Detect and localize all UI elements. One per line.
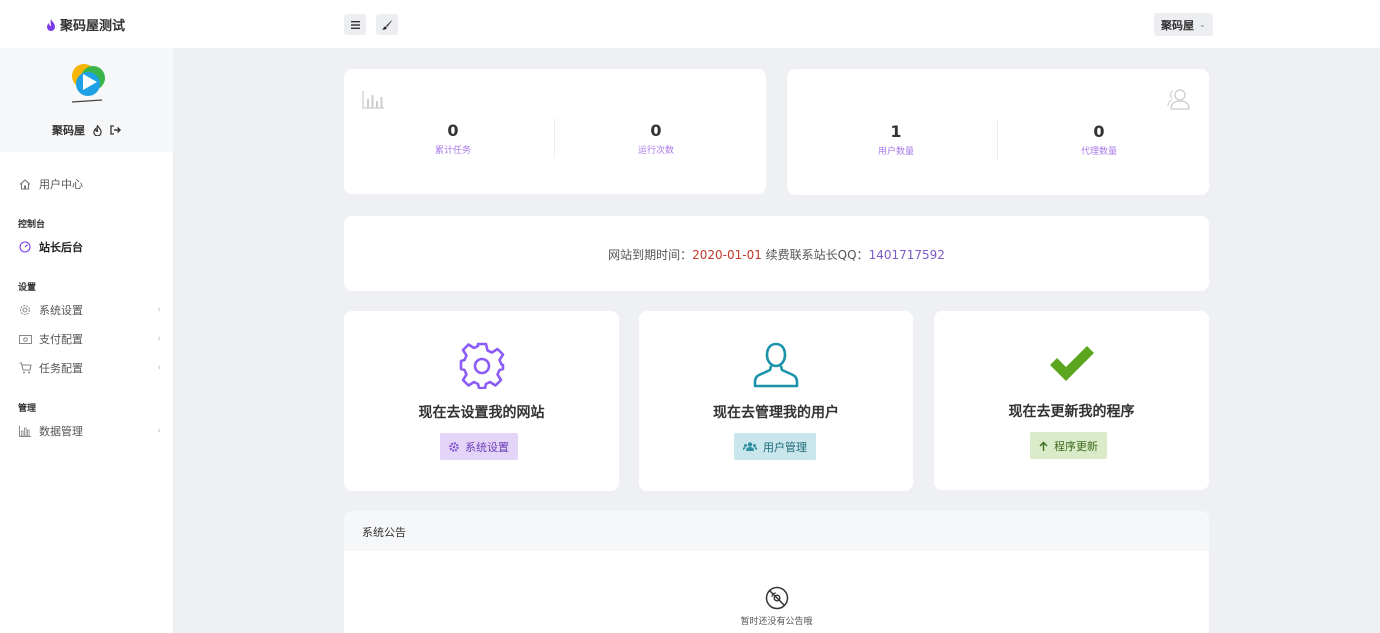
empty-text: 暂时还没有公告哦 bbox=[740, 617, 813, 627]
sidebar-item-label: 系统设置 bbox=[39, 304, 83, 317]
menu-toggle-button[interactable] bbox=[344, 14, 366, 35]
sidebar-item-data-management[interactable]: 数据管理 ‹ bbox=[18, 421, 163, 441]
notice-prefix: 网站到期时间： bbox=[608, 248, 693, 262]
users-icon bbox=[743, 442, 757, 451]
announcement-card: 系统公告 暂时还没有公告哦 bbox=[344, 511, 1209, 633]
feature-card-update: 现在去更新我的程序 程序更新 bbox=[934, 311, 1209, 490]
stat-label: 代理数量 bbox=[1080, 147, 1117, 157]
stat-value: 1 bbox=[890, 122, 902, 141]
user-management-button[interactable]: 用户管理 bbox=[734, 433, 816, 460]
users-icon bbox=[1167, 89, 1190, 110]
announcement-empty: 暂时还没有公告哦 bbox=[344, 586, 1209, 627]
gear-icon bbox=[449, 441, 459, 452]
hamburger-icon bbox=[350, 20, 360, 29]
divider bbox=[997, 120, 998, 160]
check-icon bbox=[934, 345, 1209, 385]
profile-name: 聚码屋 bbox=[52, 124, 85, 137]
sidebar-item-label: 用户中心 bbox=[39, 178, 83, 191]
nav-section-manage: 管理 bbox=[18, 404, 37, 414]
stat-agent-count: 0 代理数量 bbox=[999, 122, 1199, 157]
site-title: 聚码屋测试 bbox=[60, 19, 126, 34]
cart-icon bbox=[18, 361, 32, 375]
logout-icon[interactable] bbox=[110, 125, 121, 135]
stat-value: 0 bbox=[650, 121, 662, 140]
expiry-date: 2020-01-01 bbox=[692, 248, 762, 262]
button-label: 系统设置 bbox=[465, 440, 509, 454]
top-header: 聚码屋测试 聚码屋 ⌄ bbox=[0, 0, 1380, 48]
brush-icon bbox=[382, 20, 392, 30]
user-name: 聚码屋 bbox=[1161, 18, 1194, 32]
stat-value: 0 bbox=[1093, 122, 1105, 141]
user-icon bbox=[639, 341, 913, 389]
avatar-logo[interactable] bbox=[66, 62, 108, 106]
chevron-down-icon: ⌄ bbox=[1199, 20, 1206, 29]
chevron-left-icon: ‹ bbox=[157, 363, 161, 373]
profile-name-row: 聚码屋 bbox=[0, 122, 173, 138]
sidebar-item-task-config[interactable]: 任务配置 ‹ bbox=[18, 358, 163, 378]
chevron-left-icon: ‹ bbox=[157, 334, 161, 344]
sidebar-item-label: 站长后台 bbox=[39, 241, 83, 254]
gear-icon bbox=[344, 341, 619, 389]
sidebar-item-user-center[interactable]: 用户中心 bbox=[18, 174, 163, 194]
sidebar: 聚码屋 用户中心 控制台 站长后台 设置 系统设置 ‹ 支付配置 ‹ 任务配置 … bbox=[0, 48, 173, 633]
feature-title: 现在去更新我的程序 bbox=[1008, 404, 1135, 420]
feature-title: 现在去设置我的网站 bbox=[418, 405, 545, 421]
stats-card-tasks: 0 累计任务 0 运行次数 bbox=[344, 69, 766, 194]
bar-chart-icon bbox=[18, 424, 32, 438]
sidebar-profile: 聚码屋 bbox=[0, 48, 173, 152]
sidebar-item-label: 数据管理 bbox=[39, 425, 83, 438]
notice-middle: 续费联系站长QQ： bbox=[761, 248, 869, 262]
theme-button[interactable] bbox=[376, 14, 398, 35]
divider bbox=[554, 118, 555, 158]
button-label: 程序更新 bbox=[1054, 439, 1098, 453]
sidebar-item-label: 支付配置 bbox=[39, 333, 83, 346]
chevron-left-icon: ‹ bbox=[157, 426, 161, 436]
stat-user-count: 1 用户数量 bbox=[796, 122, 996, 157]
program-update-button[interactable]: 程序更新 bbox=[1030, 432, 1107, 459]
sidebar-item-system-settings[interactable]: 系统设置 ‹ bbox=[18, 300, 163, 320]
site-brand[interactable]: 聚码屋测试 bbox=[46, 15, 125, 34]
empty-disc-icon bbox=[765, 586, 788, 610]
nav-section-settings: 设置 bbox=[18, 283, 37, 293]
stat-label: 运行次数 bbox=[637, 146, 674, 156]
flame-icon[interactable] bbox=[93, 124, 102, 136]
gear-icon bbox=[18, 303, 32, 317]
feature-title: 现在去管理我的用户 bbox=[713, 405, 839, 421]
user-dropdown[interactable]: 聚码屋 ⌄ bbox=[1154, 13, 1213, 36]
expiry-notice-card: 网站到期时间：2020-01-01 续费联系站长QQ：1401717592 bbox=[344, 216, 1209, 291]
button-label: 用户管理 bbox=[763, 440, 807, 454]
sidebar-item-payment-config[interactable]: 支付配置 ‹ bbox=[18, 329, 163, 349]
flame-icon bbox=[47, 18, 55, 31]
home-icon bbox=[18, 177, 32, 191]
stats-card-users: 1 用户数量 0 代理数量 bbox=[787, 69, 1209, 195]
nav-section-console: 控制台 bbox=[18, 220, 46, 230]
announcement-header: 系统公告 bbox=[344, 511, 1209, 551]
contact-qq[interactable]: 1401717592 bbox=[869, 248, 945, 262]
bar-chart-icon bbox=[362, 91, 384, 109]
stat-run-count: 0 运行次数 bbox=[556, 121, 756, 156]
feature-card-settings: 现在去设置我的网站 系统设置 bbox=[344, 311, 619, 491]
stat-value: 0 bbox=[447, 121, 459, 140]
stat-label: 累计任务 bbox=[434, 146, 471, 156]
dashboard-icon bbox=[18, 240, 32, 254]
arrow-up-icon bbox=[1039, 441, 1048, 451]
feature-card-users: 现在去管理我的用户 用户管理 bbox=[639, 311, 913, 491]
sidebar-item-label: 任务配置 bbox=[39, 362, 83, 375]
sidebar-item-admin[interactable]: 站长后台 bbox=[18, 237, 163, 257]
system-settings-button[interactable]: 系统设置 bbox=[440, 433, 518, 460]
stat-label: 用户数量 bbox=[877, 147, 914, 157]
expiry-notice: 网站到期时间：2020-01-01 续费联系站长QQ：1401717592 bbox=[344, 246, 1209, 263]
stat-total-tasks: 0 累计任务 bbox=[353, 121, 553, 156]
chevron-left-icon: ‹ bbox=[157, 305, 161, 315]
announcement-title: 系统公告 bbox=[362, 526, 406, 539]
money-icon bbox=[18, 332, 32, 346]
